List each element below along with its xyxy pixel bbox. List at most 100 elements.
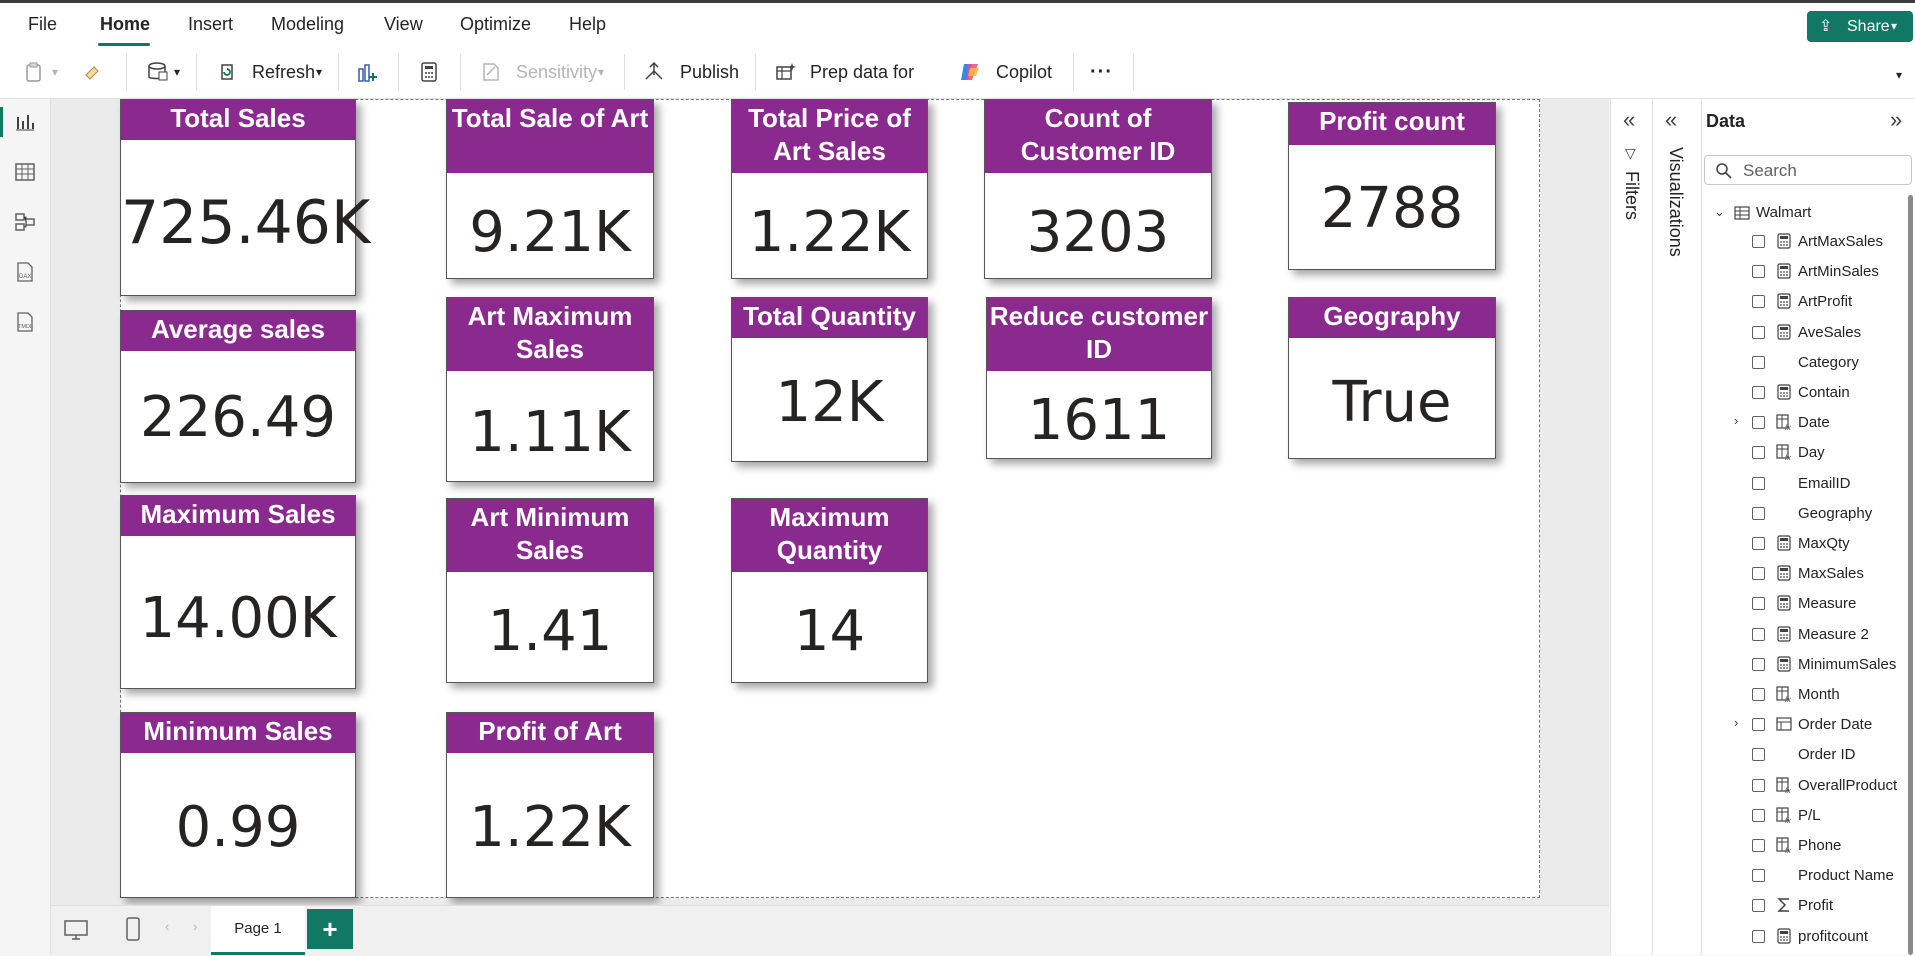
card-total-sales[interactable]: Total Sales 725.46K (120, 99, 370, 296)
menu-insert[interactable]: Insert (188, 3, 233, 46)
more-options-button[interactable]: ··· (1090, 54, 1116, 90)
field-row[interactable]: MinimumSales (1702, 650, 1915, 680)
field-checkbox[interactable] (1752, 748, 1765, 762)
field-row[interactable]: MaxQty (1702, 529, 1915, 559)
field-row[interactable]: ArtMinSales (1702, 257, 1915, 287)
menu-home[interactable]: Home (100, 3, 150, 46)
field-row[interactable]: fx P/L (1702, 801, 1915, 831)
field-row[interactable]: Geography (1702, 499, 1915, 529)
chevron-right-icon[interactable]: › (193, 919, 197, 934)
field-checkbox[interactable] (1752, 386, 1765, 399)
card-art-minimum-sales[interactable]: Art Minimum Sales 1.41 (446, 498, 654, 683)
desktop-layout-icon[interactable] (63, 918, 89, 942)
prep-data-ai-button[interactable]: Prep data for AI (774, 54, 934, 118)
chevron-right-icon[interactable]: › (1734, 715, 1738, 730)
collapse-ribbon-icon[interactable]: ▾ (1896, 68, 1902, 82)
card-profit-count[interactable]: Profit count 2788 (1288, 102, 1496, 270)
add-page-button[interactable]: + (307, 909, 353, 949)
field-checkbox[interactable] (1752, 839, 1765, 852)
menu-view[interactable]: View (384, 3, 423, 46)
field-row[interactable]: fx Month (1702, 680, 1915, 710)
new-measure-button[interactable] (418, 54, 444, 90)
chevron-right-icon[interactable]: › (1734, 413, 1738, 428)
data-pane-scrollbar[interactable] (1908, 195, 1913, 955)
field-row[interactable]: › Order Date (1702, 710, 1915, 740)
menu-file[interactable]: File (28, 3, 57, 46)
field-checkbox[interactable] (1752, 778, 1765, 792)
field-row[interactable]: fx OverallProduct (1702, 771, 1915, 801)
share-button[interactable]: ⇪ Share ▾ (1807, 11, 1913, 42)
field-row[interactable]: Order ID (1702, 740, 1915, 770)
table-view-icon[interactable] (14, 161, 36, 183)
field-checkbox[interactable] (1752, 808, 1765, 822)
menu-optimize[interactable]: Optimize (460, 3, 531, 46)
field-checkbox[interactable] (1752, 718, 1765, 732)
card-total-sale-of-art[interactable]: Total Sale of Art 9.21K (446, 99, 654, 279)
field-row[interactable]: EmailID (1702, 469, 1915, 499)
report-view-icon[interactable] (14, 111, 36, 133)
card-minimum-sales[interactable]: Minimum Sales 0.99 (120, 712, 356, 898)
mobile-layout-icon[interactable] (125, 916, 141, 942)
field-checkbox[interactable] (1752, 899, 1765, 913)
field-row[interactable]: Measure (1702, 589, 1915, 619)
field-row[interactable]: fx Day (1702, 438, 1915, 468)
field-row[interactable]: › fx Date (1702, 408, 1915, 438)
field-checkbox[interactable] (1752, 597, 1765, 611)
field-checkbox[interactable] (1752, 657, 1765, 671)
card-geography[interactable]: Geography True (1288, 297, 1496, 459)
field-checkbox[interactable] (1752, 446, 1765, 460)
field-checkbox[interactable] (1752, 537, 1765, 550)
field-checkbox[interactable] (1752, 355, 1765, 369)
field-row[interactable]: ArtMaxSales (1702, 227, 1915, 257)
filters-label[interactable]: Filters (1621, 171, 1642, 220)
field-checkbox[interactable] (1752, 235, 1765, 248)
field-checkbox[interactable] (1752, 567, 1765, 581)
field-checkbox[interactable] (1752, 869, 1765, 883)
card-total-price-of-art-sales[interactable]: Total Price of Art Sales 1.22K (731, 99, 928, 279)
sensitivity-button[interactable]: Sensitivity ▾ (478, 54, 614, 90)
visualizations-label[interactable]: Visualizations (1665, 147, 1686, 257)
field-row[interactable]: Profit (1702, 891, 1915, 921)
field-row[interactable]: ArtProfit (1702, 287, 1915, 317)
paste-button[interactable]: ▾ (22, 54, 66, 90)
field-checkbox[interactable] (1752, 929, 1765, 943)
menu-help[interactable]: Help (569, 3, 606, 46)
dax-query-view-icon[interactable]: DAX (14, 261, 36, 283)
page-tab[interactable]: Page 1 (211, 906, 305, 955)
search-input[interactable] (1741, 160, 1905, 182)
card-maximum-quantity[interactable]: Maximum Quantity 14 (731, 498, 928, 683)
expand-filters-icon[interactable]: « (1623, 107, 1635, 133)
field-row[interactable]: fx Phone (1702, 831, 1915, 861)
get-data-button[interactable]: ▾ (144, 54, 190, 90)
card-reduce-customer-id[interactable]: Reduce customer ID 1611 (986, 297, 1212, 459)
model-view-icon[interactable] (14, 211, 36, 233)
chevron-left-icon[interactable]: ‹ (165, 919, 169, 934)
new-visual-button[interactable] (356, 54, 384, 90)
field-row[interactable]: Measure 2 (1702, 620, 1915, 650)
field-checkbox[interactable] (1752, 506, 1765, 520)
search-box[interactable] (1704, 155, 1912, 185)
field-row[interactable]: Contain (1702, 378, 1915, 408)
collapse-data-pane-icon[interactable]: » (1890, 107, 1902, 133)
field-row[interactable]: Category (1702, 348, 1915, 378)
refresh-button[interactable]: Refresh ▾ (214, 54, 332, 90)
field-checkbox[interactable] (1752, 265, 1765, 279)
card-average-sales[interactable]: Average sales 226.49 (120, 310, 356, 483)
field-row[interactable]: profitcount (1702, 922, 1915, 952)
field-row[interactable]: AveSales (1702, 318, 1915, 348)
menu-modeling[interactable]: Modeling (271, 3, 344, 46)
field-checkbox[interactable] (1752, 416, 1765, 430)
field-checkbox[interactable] (1752, 476, 1765, 490)
publish-button[interactable]: Publish (642, 54, 742, 90)
tmdl-view-icon[interactable]: TMDL (14, 311, 36, 333)
card-art-maximum-sales[interactable]: Art Maximum Sales 1.11K (446, 297, 654, 482)
field-row[interactable]: MaxSales (1702, 559, 1915, 589)
card-count-of-customer-id[interactable]: Count of Customer ID 3203 (984, 99, 1212, 279)
card-maximum-sales[interactable]: Maximum Sales 14.00K (120, 495, 356, 689)
field-checkbox[interactable] (1752, 688, 1765, 701)
field-checkbox[interactable] (1752, 627, 1765, 641)
expand-visualizations-icon[interactable]: « (1665, 107, 1677, 133)
card-total-quantity[interactable]: Total Quantity 12K (731, 297, 928, 462)
field-row[interactable]: Product Name (1702, 861, 1915, 891)
field-checkbox[interactable] (1752, 295, 1765, 309)
